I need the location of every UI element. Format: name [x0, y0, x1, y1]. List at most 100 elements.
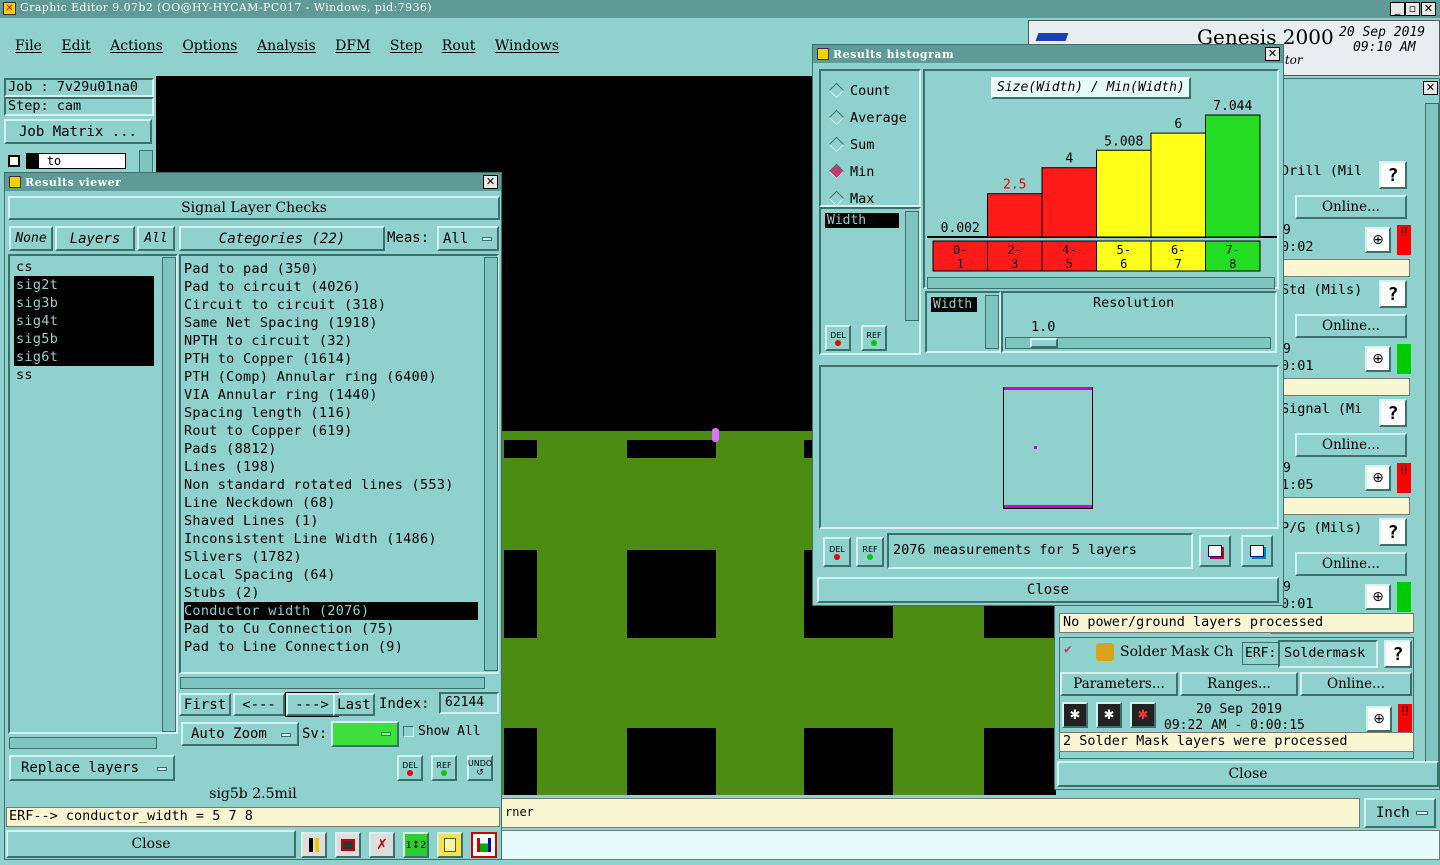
hist-del-button-top[interactable]: DEL — [825, 325, 851, 351]
category-item[interactable]: Pad to Cu Connection (75) — [184, 620, 478, 638]
close-window-icon[interactable]: ✕ — [1421, 2, 1436, 16]
radio-icon[interactable] — [828, 82, 845, 99]
category-item[interactable]: Slivers (1782) — [184, 548, 478, 566]
category-item[interactable]: Same Net Spacing (1918) — [184, 314, 478, 332]
tool-icon-3[interactable]: ✗ — [369, 832, 395, 858]
category-item[interactable]: Pad to pad (350) — [184, 260, 478, 278]
menu-options[interactable]: Options — [182, 38, 237, 54]
layer-item[interactable]: ss — [14, 366, 154, 384]
next-button[interactable]: ---> — [285, 692, 339, 717]
menu-edit[interactable]: Edit — [61, 38, 90, 54]
sm-zoom-icon[interactable]: ⊕ — [1366, 706, 1392, 732]
histogram-close-icon[interactable]: ✕ — [1265, 47, 1280, 61]
radio-icon[interactable] — [828, 109, 845, 126]
layer-item[interactable]: sig4t — [14, 312, 154, 330]
maximize-icon[interactable]: ▫ — [1405, 2, 1420, 16]
rv-close-button[interactable]: Close — [6, 830, 296, 858]
category-item[interactable]: Pad to Line Connection (9) — [184, 638, 478, 656]
rv-ref-button[interactable]: REF — [431, 755, 457, 781]
check-help-button[interactable]: ? — [1379, 280, 1407, 308]
category-item[interactable]: Stubs (2) — [184, 584, 478, 602]
check-online-button[interactable]: Online... — [1295, 433, 1407, 457]
category-item[interactable]: PTH (Comp) Annular ring (6400) — [184, 368, 478, 386]
menu-dfm[interactable]: DFM — [335, 38, 370, 54]
sm-run-icon-2[interactable]: ✱ — [1096, 702, 1122, 728]
units-dropdown[interactable]: Inch — [1364, 798, 1436, 828]
check-zoom-icon[interactable]: ⊕ — [1365, 346, 1391, 372]
category-item[interactable]: Spacing length (116) — [184, 404, 478, 422]
mode-option[interactable]: Count — [828, 77, 919, 104]
category-item[interactable]: Circuit to circuit (318) — [184, 296, 478, 314]
radio-icon[interactable] — [828, 163, 845, 180]
hist-ref-button[interactable]: REF — [856, 537, 884, 567]
categories-scrollbar[interactable] — [484, 257, 498, 671]
check-online-button[interactable]: Online... — [1295, 552, 1407, 576]
layers-scrollbar[interactable] — [162, 257, 176, 732]
index-field[interactable]: 62144 — [439, 692, 499, 714]
sm-erf-field[interactable]: Soldermask — [1278, 640, 1378, 668]
tool-icon-4[interactable]: 1↕2 — [403, 832, 429, 858]
prev-button[interactable]: <--- — [233, 693, 285, 716]
layers-hscrollbar[interactable] — [9, 737, 157, 749]
categories-button[interactable]: Categories (22) — [179, 226, 385, 251]
sm-run-icon-1[interactable]: ✱ — [1062, 702, 1088, 728]
category-item[interactable]: Pads (8812) — [184, 440, 478, 458]
rv-undo-button[interactable]: UNDO ↺ — [467, 755, 493, 781]
check-zoom-icon[interactable]: ⊕ — [1365, 465, 1391, 491]
sm-online-button[interactable]: Online... — [1300, 672, 1412, 696]
resolution-slider-thumb[interactable] — [1030, 338, 1058, 348]
first-button[interactable]: First — [179, 693, 231, 716]
all-layers-button[interactable]: All — [137, 226, 175, 251]
tool-icon-5[interactable] — [437, 832, 463, 858]
check-zoom-icon[interactable]: ⊕ — [1365, 227, 1391, 253]
radio-icon[interactable] — [828, 190, 845, 207]
category-item[interactable]: Line Neckdown (68) — [184, 494, 478, 512]
category-item[interactable]: Pad to circuit (4026) — [184, 278, 478, 296]
sm-run-icon-3[interactable]: ✱ — [1130, 702, 1156, 728]
last-button[interactable]: Last — [333, 693, 375, 716]
tool-icon-1[interactable] — [301, 832, 327, 858]
category-item[interactable]: Shaved Lines (1) — [184, 512, 478, 530]
ranges-button[interactable]: Ranges... — [1180, 672, 1298, 696]
res-field-scrollbar[interactable] — [985, 295, 999, 349]
auto-zoom-dropdown[interactable]: Auto Zoom — [181, 722, 299, 746]
layer-item[interactable]: sig3b — [14, 294, 154, 312]
hist-ref-button-top[interactable]: REF — [861, 325, 887, 351]
menu-analysis[interactable]: Analysis — [257, 38, 316, 54]
parameters-button[interactable]: Parameters... — [1060, 672, 1178, 696]
minimize-icon[interactable]: _ — [1390, 2, 1405, 16]
mode-option[interactable]: Min — [828, 158, 919, 185]
replace-layers-dropdown[interactable]: Replace layers — [9, 755, 175, 781]
histogram-close-button[interactable]: Close — [817, 577, 1279, 603]
category-item[interactable]: Conductor width (2076) — [184, 602, 478, 620]
checklist-scrollbar[interactable] — [1425, 103, 1439, 783]
category-item[interactable]: Local Spacing (64) — [184, 566, 478, 584]
job-matrix-button[interactable]: Job Matrix ... — [4, 119, 152, 144]
menu-windows[interactable]: Windows — [495, 38, 559, 54]
sm-help-button[interactable]: ? — [1384, 640, 1412, 668]
category-item[interactable]: Non standard rotated lines (553) — [184, 476, 478, 494]
export-icon-2[interactable] — [1241, 535, 1273, 567]
histogram-tool-icon[interactable] — [471, 832, 497, 858]
command-line[interactable] — [500, 830, 1440, 860]
layer-item[interactable]: sig5b — [14, 330, 154, 348]
results-viewer-close-icon[interactable]: ✕ — [483, 175, 498, 189]
radio-icon[interactable] — [828, 136, 845, 153]
meas-dropdown[interactable]: All — [437, 226, 499, 251]
categories-hscrollbar[interactable] — [180, 677, 485, 689]
tool-icon-2[interactable] — [335, 832, 361, 858]
menu-actions[interactable]: Actions — [110, 38, 163, 54]
check-help-button[interactable]: ? — [1379, 161, 1407, 189]
res-field-width[interactable]: Width — [931, 297, 977, 312]
category-item[interactable]: VIA Annular ring (1440) — [184, 386, 478, 404]
resolution-slider[interactable] — [1005, 337, 1271, 349]
layer-item[interactable]: sig2t — [14, 276, 154, 294]
rv-del-button[interactable]: DEL — [397, 755, 423, 781]
menu-rout[interactable]: Rout — [442, 38, 476, 54]
mode-option[interactable]: Average — [828, 104, 919, 131]
category-item[interactable]: PTH to Copper (1614) — [184, 350, 478, 368]
category-item[interactable]: Lines (198) — [184, 458, 478, 476]
layer-item[interactable]: cs — [14, 258, 154, 276]
show-all-checkbox[interactable] — [403, 726, 414, 737]
menu-file[interactable]: File — [15, 38, 42, 54]
